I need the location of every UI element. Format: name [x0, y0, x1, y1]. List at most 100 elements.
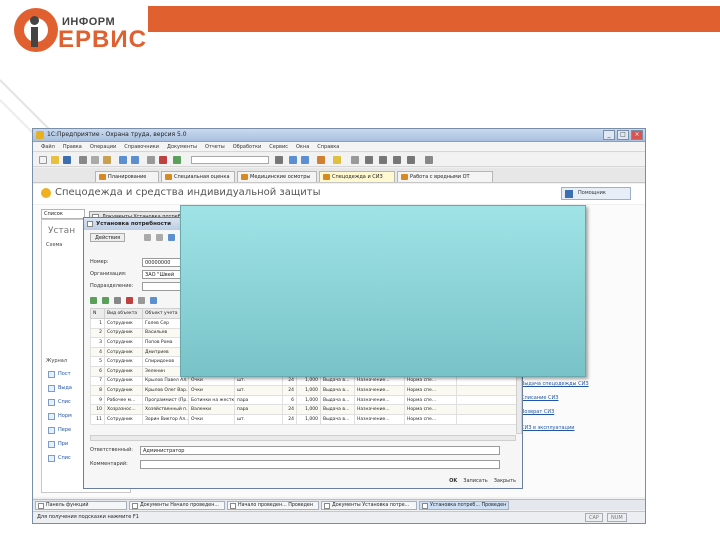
logo-circle — [14, 8, 58, 52]
tab-harmful[interactable]: Работа с вредными ОТ — [397, 171, 493, 182]
link-write-off[interactable]: Списание СИЗ — [521, 395, 558, 401]
column-header[interactable]: Вид объекта — [104, 308, 143, 319]
planning-icon — [99, 174, 106, 180]
menu-edit[interactable]: Правка — [63, 142, 82, 151]
doc-tool-icon-2[interactable] — [156, 234, 163, 241]
menu-operations[interactable]: Операции — [90, 142, 116, 151]
calc-icon[interactable] — [159, 156, 167, 164]
menu-processing[interactable]: Обработки — [233, 142, 262, 151]
add-row-icon[interactable] — [90, 297, 97, 304]
task-start-posted[interactable]: Начало проведен... Проведен — [227, 501, 319, 510]
move-row-icon[interactable] — [138, 297, 145, 304]
actions-button[interactable]: Действия — [90, 233, 126, 242]
table-cell: Назначение... — [354, 385, 405, 396]
table-row[interactable]: 10 Хозразнос... Хозяйственный п... Валенки п… — [90, 404, 517, 415]
nav-forward-icon[interactable] — [301, 156, 309, 164]
nav-back-icon[interactable] — [289, 156, 297, 164]
open-folder-icon[interactable] — [51, 156, 59, 164]
assistant-button[interactable]: Помощник — [561, 187, 631, 200]
menu-file[interactable]: Файл — [41, 142, 55, 151]
task-requirement-posted[interactable]: Установка потреб... Проведен — [419, 501, 509, 510]
calendar-icon[interactable] — [173, 156, 181, 164]
responsible-field[interactable]: Администратор — [140, 446, 500, 455]
maximize-button[interactable]: □ — [617, 130, 629, 140]
copy-row-icon[interactable] — [102, 297, 109, 304]
table-row[interactable]: 8 Сотрудник Крылов Олег Вар... Очки шт. 24 1,0… — [90, 385, 517, 396]
table-row[interactable]: 7 Сотрудник Крылов Павел Ал... Очки шт. 24 1,0… — [90, 375, 517, 387]
task-docs-requirement[interactable]: Документы Установка потре... — [321, 501, 417, 510]
undo-icon[interactable] — [119, 156, 127, 164]
delete-row-icon[interactable] — [126, 297, 133, 304]
table-cell: пара — [234, 394, 283, 406]
link-issue-workwear[interactable]: Выдача спецодежды СИЗ — [521, 381, 589, 387]
save-icon[interactable] — [63, 156, 71, 164]
window-list-icon[interactable] — [351, 156, 359, 164]
ok-button[interactable]: OK — [449, 478, 457, 484]
link-return[interactable]: Возврат СИЗ — [521, 409, 554, 415]
link-in-use[interactable]: СИЗ в эксплуатации — [521, 425, 574, 431]
table-cell: 1,000 — [296, 385, 321, 396]
journal-item-label: Спис — [58, 455, 71, 461]
comment-field[interactable] — [140, 460, 500, 469]
tab-medical[interactable]: Медицинские осмотры — [237, 171, 317, 182]
table-cell: Норма спе... — [404, 375, 457, 387]
table-row[interactable]: 11 Сотрудник Зорин Виктор Ал... Очки шт. 24 1,… — [90, 413, 517, 425]
write-button[interactable]: Записать — [463, 478, 487, 484]
arrow-icon[interactable] — [365, 156, 373, 164]
table-cell: шт. — [234, 413, 283, 425]
column-header[interactable]: N — [90, 308, 105, 319]
doc-tool-icon-3[interactable] — [168, 234, 175, 241]
table-cell: шт. — [234, 385, 283, 396]
menu-catalogs[interactable]: Справочники — [124, 142, 159, 151]
sort-icon[interactable] — [150, 297, 157, 304]
task-function-panel[interactable]: Панель функций — [35, 501, 127, 510]
arrow-icon-2[interactable] — [379, 156, 387, 164]
menu-documents[interactable]: Документы — [167, 142, 197, 151]
status-text: Для получения подсказки нажмите F1 — [37, 514, 139, 520]
tab-planning[interactable]: Планирование — [95, 171, 159, 182]
department-label: Подразделение: — [90, 283, 134, 289]
doc-tool-icon[interactable] — [144, 234, 151, 241]
table-cell: 1,000 — [296, 375, 321, 387]
dialog-buttons: OK Записать Закрыть — [449, 478, 516, 484]
new-doc-icon[interactable] — [39, 156, 47, 164]
print-icon[interactable] — [147, 156, 155, 164]
menu-service[interactable]: Сервис — [269, 142, 288, 151]
menu-reports[interactable]: Отчеты — [205, 142, 225, 151]
tab-harmful-label: Работа с вредными ОТ — [410, 174, 470, 180]
table-cell: Программист (Пр... — [142, 394, 189, 406]
table-cell: 1 — [90, 318, 105, 329]
cut-icon[interactable] — [79, 156, 87, 164]
table-cell: пара — [234, 404, 283, 415]
tool-icon[interactable] — [317, 156, 325, 164]
tab-special-assessment[interactable]: Специальная оценка — [161, 171, 235, 182]
tools-icon[interactable] — [425, 156, 433, 164]
tab-workwear[interactable]: Спецодежда и СИЗ — [319, 171, 395, 182]
list-tab[interactable]: Список — [41, 209, 85, 219]
menu-help[interactable]: Справка — [317, 142, 339, 151]
search-combo[interactable] — [191, 156, 269, 164]
close-button[interactable]: × — [631, 130, 643, 140]
harmful-icon — [401, 174, 408, 180]
arrow-icon-3[interactable] — [393, 156, 401, 164]
arrow-icon-4[interactable] — [407, 156, 415, 164]
minimize-button[interactable]: _ — [603, 130, 615, 140]
table-row[interactable]: 9 Рабочее м... Программист (Пр... Ботинки н… — [90, 394, 517, 406]
horizontal-scrollbar[interactable] — [90, 435, 516, 441]
help-icon[interactable] — [333, 156, 341, 164]
tab-planning-label: Планирование — [108, 174, 147, 180]
journal-item-label: Пере — [58, 427, 72, 433]
responsible-label: Ответственный: — [90, 447, 133, 453]
paste-icon[interactable] — [103, 156, 111, 164]
edit-row-icon[interactable] — [114, 297, 121, 304]
task-label: Панель функций — [46, 503, 89, 508]
table-cell: Очки — [188, 385, 235, 396]
search-icon[interactable] — [275, 156, 283, 164]
copy-icon[interactable] — [91, 156, 99, 164]
close-dialog-button[interactable]: Закрыть — [494, 478, 516, 484]
task-docs-start[interactable]: Документы Начало проведен... — [129, 501, 225, 510]
task-label: Документы Установка потре... — [332, 503, 410, 508]
table-cell: Выдача в... — [320, 404, 355, 415]
menu-windows[interactable]: Окна — [296, 142, 309, 151]
redo-icon[interactable] — [131, 156, 139, 164]
